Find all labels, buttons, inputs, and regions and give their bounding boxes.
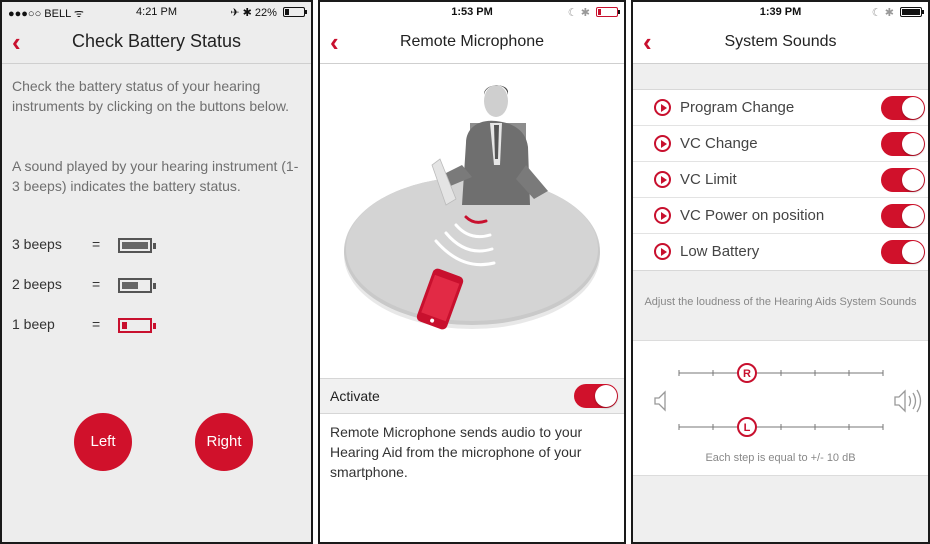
play-icon[interactable] [654, 99, 671, 116]
right-button[interactable]: Right [195, 413, 253, 471]
left-button[interactable]: Left [74, 413, 132, 471]
remote-microphone-illustration [344, 85, 600, 330]
volume-down-icon [654, 390, 666, 412]
check-battery-screen: ●●●○○ BELL ᯤ 4:21 PM ✈ ✱ 22% ‹ Check Bat… [0, 0, 313, 544]
slider-thumb-label: L [744, 422, 751, 434]
play-icon[interactable] [654, 171, 671, 188]
adjust-loudness-text: Adjust the loudness of the Hearing Aids … [644, 296, 917, 308]
step-info-text: Each step is equal to +/- 10 dB [705, 452, 856, 464]
sound-toggle[interactable] [881, 96, 925, 120]
page-title: Remote Microphone [399, 33, 545, 50]
system-sounds-list: Program Change VC Change VC Limit VC Pow… [633, 89, 928, 271]
play-icon[interactable] [654, 207, 671, 224]
battery-icon [900, 7, 924, 17]
status-indicators: ✈ ✱ 22% [230, 7, 277, 19]
play-icon[interactable] [654, 243, 671, 260]
battery-icon [596, 7, 620, 17]
sound-info-text: A sound played by your hearing instrumen… [12, 158, 299, 194]
activate-row: Activate [320, 378, 624, 414]
battery-half-icon [118, 278, 156, 293]
battery-icon [283, 7, 307, 17]
person-figure [431, 85, 548, 206]
legend-label: 2 beeps [12, 276, 62, 292]
slider-right[interactable]: R [678, 363, 884, 383]
nav-bar: ‹ Remote Microphone [320, 22, 624, 64]
sound-label: Low Battery [680, 243, 760, 260]
list-item: VC Change [633, 126, 928, 162]
sound-toggle[interactable] [881, 240, 925, 264]
chevron-left-icon[interactable]: ‹ [330, 27, 339, 57]
list-item: Low Battery [633, 234, 928, 270]
status-bar: ●●●○○ BELL ᯤ 4:21 PM ✈ ✱ 22% [2, 2, 311, 22]
list-item: VC Limit [633, 162, 928, 198]
activate-label: Activate [330, 388, 380, 404]
sound-toggle[interactable] [881, 132, 925, 156]
nav-bar: ‹ System Sounds [633, 22, 928, 64]
list-item: VC Power on position [633, 198, 928, 234]
battery-low-icon [118, 318, 156, 333]
sound-toggle[interactable] [881, 204, 925, 228]
sound-toggle[interactable] [881, 168, 925, 192]
status-indicators: ☾ ✱ [567, 7, 590, 19]
legend-label: 1 beep [12, 316, 55, 332]
list-item: Program Change [633, 90, 928, 126]
battery-full-icon [118, 238, 156, 253]
play-icon[interactable] [654, 135, 671, 152]
slider-left[interactable]: L [678, 417, 884, 437]
sound-label: VC Change [680, 135, 758, 152]
activate-toggle[interactable] [574, 384, 618, 408]
status-bar: 1:53 PM ☾ ✱ [320, 2, 624, 22]
sound-label: VC Limit [680, 171, 737, 188]
description-text: Remote Microphone sends audio to your He… [330, 424, 583, 480]
status-indicators: ☾ ✱ [871, 7, 894, 19]
page-title: System Sounds [724, 33, 837, 50]
page-title: Check Battery Status [71, 31, 242, 51]
remote-microphone-screen: 1:53 PM ☾ ✱ ‹ Remote Microphone Activate… [318, 0, 626, 544]
legend-label: 3 beeps [12, 236, 62, 252]
status-bar: 1:39 PM ☾ ✱ [633, 2, 928, 22]
volume-up-icon [894, 389, 922, 413]
system-sounds-screen: 1:39 PM ☾ ✱ ‹ System Sounds Program Chan… [631, 0, 930, 544]
chevron-left-icon[interactable]: ‹ [643, 27, 652, 57]
sound-label: VC Power on position [680, 207, 825, 224]
nav-bar: ‹ Check Battery Status [2, 22, 311, 64]
intro-text: Check the battery status of your hearing… [12, 78, 290, 114]
slider-thumb-label: R [743, 368, 751, 380]
chevron-left-icon[interactable]: ‹ [12, 27, 21, 57]
sound-label: Program Change [680, 99, 795, 116]
